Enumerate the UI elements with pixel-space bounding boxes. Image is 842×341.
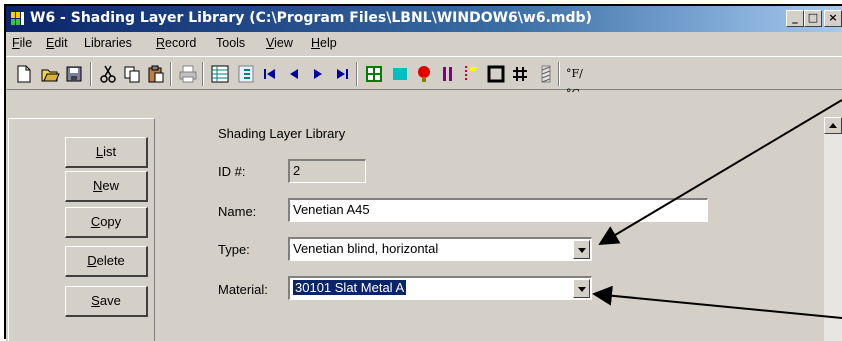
menu-help[interactable]: Help (311, 36, 337, 50)
paste-icon[interactable] (146, 64, 166, 84)
list-button[interactable]: List (65, 137, 148, 168)
menu-file[interactable]: File (12, 36, 32, 50)
vertical-scrollbar[interactable] (824, 117, 842, 341)
next-record-icon[interactable] (308, 64, 328, 84)
list-view-icon[interactable] (210, 64, 230, 84)
detail-view-icon[interactable] (236, 64, 256, 84)
menu-view[interactable]: View (266, 36, 293, 50)
hash-icon[interactable] (510, 64, 530, 84)
copy-icon[interactable] (122, 64, 142, 84)
library-form-area: List New Copy Delete Save Shading Layer … (6, 92, 842, 341)
save-icon[interactable] (64, 64, 84, 84)
name-field[interactable]: Venetian A45 (288, 198, 708, 222)
id-field: 2 (288, 159, 366, 183)
color-icon[interactable] (390, 64, 410, 84)
pause-icon[interactable] (438, 64, 458, 84)
scroll-up-icon[interactable] (824, 117, 842, 134)
menu-edit[interactable]: Edit (46, 36, 68, 50)
name-label: Name: (218, 204, 257, 219)
print-icon[interactable] (178, 64, 198, 84)
new-icon[interactable] (14, 64, 34, 84)
type-dropdown[interactable]: Venetian blind, horizontal (288, 237, 592, 261)
save-record-button[interactable]: Save (65, 286, 148, 317)
id-label: ID #: (218, 164, 246, 179)
record-button-panel: List New Copy Delete Save (8, 118, 155, 341)
menu-bar: File Edit Libraries Record Tools View He… (6, 32, 842, 54)
copy-button[interactable]: Copy (65, 207, 148, 238)
toolbar-separator (90, 62, 92, 86)
material-dropdown[interactable]: 30101 Slat Metal A (288, 276, 592, 300)
pattern-icon[interactable] (536, 64, 556, 84)
maximize-button[interactable]: □ (804, 10, 822, 27)
close-button[interactable]: × (824, 10, 842, 27)
chevron-down-icon[interactable] (573, 279, 590, 298)
library-heading: Shading Layer Library (218, 126, 346, 141)
menu-tools[interactable]: Tools (216, 36, 245, 50)
type-value: Venetian blind, horizontal (293, 241, 439, 256)
thermal-icon[interactable] (414, 64, 434, 84)
chevron-down-icon[interactable] (573, 240, 590, 259)
material-value: 30101 Slat Metal A (293, 280, 407, 295)
grid-icon[interactable] (364, 64, 384, 84)
frame-icon[interactable] (486, 64, 506, 84)
toolbar-separator (558, 62, 560, 86)
open-icon[interactable] (40, 64, 60, 84)
delete-button[interactable]: Delete (65, 246, 148, 277)
toolbar-separator (170, 62, 172, 86)
menu-libraries[interactable]: Libraries (84, 36, 132, 50)
marker-icon[interactable] (462, 64, 482, 84)
last-record-icon[interactable] (332, 64, 352, 84)
title-bar[interactable]: W6 - Shading Layer Library (C:\Program F… (6, 6, 842, 32)
previous-record-icon[interactable] (284, 64, 304, 84)
toolbar-separator (202, 62, 204, 86)
first-record-icon[interactable] (260, 64, 280, 84)
cut-icon[interactable] (98, 64, 118, 84)
application-window: W6 - Shading Layer Library (C:\Program F… (4, 4, 842, 341)
app-icon (10, 11, 25, 26)
window-title: W6 - Shading Layer Library (C:\Program F… (30, 10, 592, 26)
toolbar: °F/°C (6, 56, 842, 100)
units-icon[interactable]: °F/°C (566, 64, 586, 100)
toolbar-separator (356, 62, 358, 86)
minimize-button[interactable]: _ (786, 10, 804, 27)
menu-record[interactable]: Record (156, 36, 196, 50)
new-button[interactable]: New (65, 171, 148, 202)
material-label: Material: (218, 282, 268, 297)
type-label: Type: (218, 242, 250, 257)
